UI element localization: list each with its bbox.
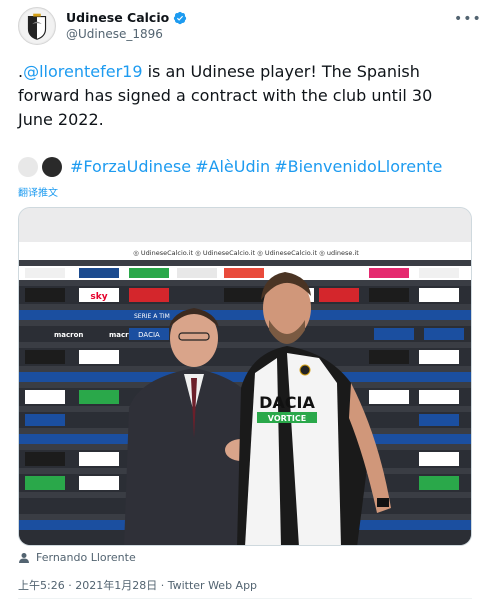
tweet-text: .@llorentefer19 is an Udinese player! Th… (18, 60, 458, 132)
white-circle-emoji (18, 157, 38, 177)
person-tag-icon (19, 552, 29, 563)
macron-logo: macron (54, 331, 83, 339)
translate-tweet-link[interactable]: 翻译推文 (18, 184, 58, 199)
serie-a-label: SERIE A TIM (134, 313, 170, 320)
divider (18, 598, 472, 599)
tweet-meta: 上午5:26 · 2021年1月28日 · Twitter Web App (18, 577, 257, 593)
hashtag-link[interactable]: #AlèUdin (195, 155, 270, 179)
account-avatar[interactable] (18, 7, 56, 45)
sky-logo: sky (90, 292, 107, 302)
tweet-photo[interactable]: ◎ UdineseCalcio.it ◎ UdineseCalcio.it ◎ … (18, 207, 472, 546)
verified-badge-icon (174, 11, 187, 24)
hashtag-link[interactable]: #BienvenidoLlorente (274, 155, 442, 179)
photo-scene: ◎ UdineseCalcio.it ◎ UdineseCalcio.it ◎ … (19, 208, 471, 545)
black-circle-emoji (42, 157, 62, 177)
mention-link[interactable]: @llorentefer19 (23, 62, 142, 81)
udinese-crest-icon (19, 8, 55, 44)
account-name-block[interactable]: Udinese Calcio @Udinese_1896 (66, 10, 187, 41)
account-handle[interactable]: @Udinese_1896 (66, 27, 187, 41)
banner-top-text: ◎ UdineseCalcio.it ◎ UdineseCalcio.it ◎ … (133, 249, 359, 257)
shirt-sponsor-vortice: VORTICE (268, 414, 306, 423)
shirt-sponsor-text: DACIA (259, 393, 315, 412)
hashtag-link[interactable]: #ForzaUdinese (70, 155, 191, 179)
tagged-person-name[interactable]: Fernando Llorente (36, 551, 136, 564)
tweet-card: Udinese Calcio @Udinese_1896 ••• .@llore… (0, 0, 480, 602)
tagged-person-row[interactable]: Fernando Llorente (18, 551, 136, 564)
more-icon[interactable]: ••• (454, 11, 480, 27)
tweet-source[interactable]: Twitter Web App (168, 579, 257, 592)
dacia-logo: DACIA (138, 331, 160, 339)
tweet-date[interactable]: 2021年1月28日 (75, 579, 157, 592)
display-name[interactable]: Udinese Calcio (66, 10, 169, 25)
tweet-time[interactable]: 上午5:26 (18, 579, 65, 592)
meta-separator: · (68, 579, 72, 592)
hashtag-row: #ForzaUdinese #AlèUdin #BienvenidoLloren… (18, 155, 442, 179)
meta-separator: · (160, 579, 165, 592)
